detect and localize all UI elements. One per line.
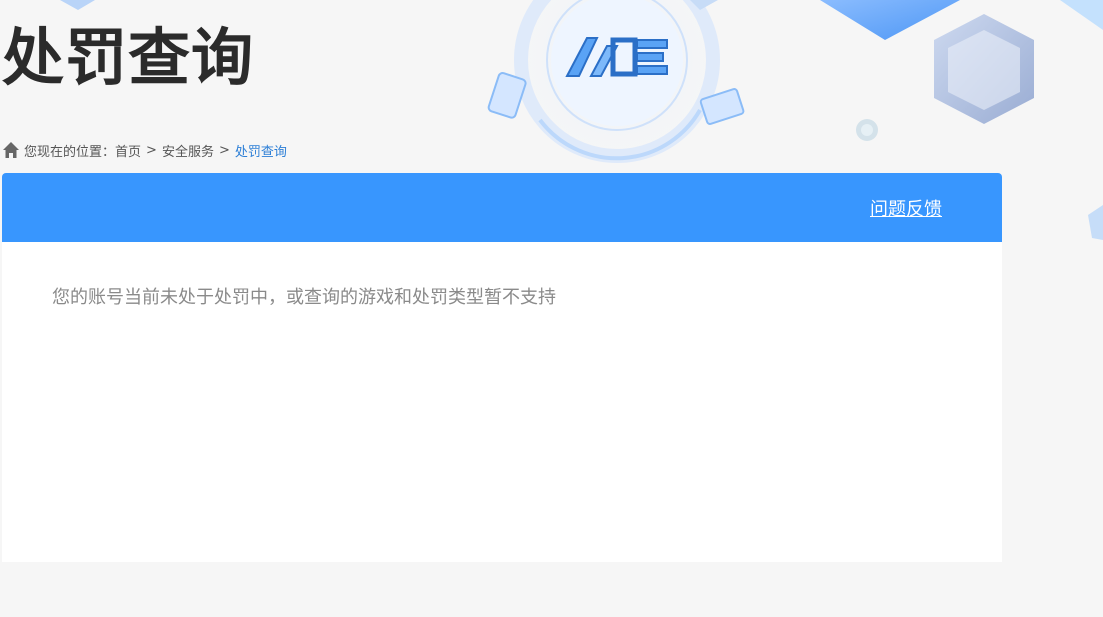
status-message: 您的账号当前未处于处罚中，或查询的游戏和处罚类型暂不支持 — [52, 287, 556, 308]
breadcrumb-item-security-service[interactable]: 安全服务 — [162, 141, 214, 160]
feedback-link[interactable]: 问题反馈 — [870, 195, 942, 221]
breadcrumb-prefix: 您现在的位置： — [24, 144, 116, 160]
breadcrumb-item-home[interactable]: 首页 — [115, 141, 141, 160]
panel-header: 问题反馈 — [2, 173, 1002, 242]
page-title: 处罚查询 — [2, 21, 255, 94]
page: 处罚查询 您现在的位置： 首页 > 安全服务 > 处罚查询 问题反馈 您的账号当… — [0, 0, 1103, 617]
ace-logo — [565, 37, 668, 77]
breadcrumb-separator: > — [146, 142, 157, 158]
penalty-query-panel: 问题反馈 您的账号当前未处于处罚中，或查询的游戏和处罚类型暂不支持 — [2, 173, 1002, 562]
breadcrumb-current: 处罚查询 — [234, 144, 287, 160]
panel-body: 您的账号当前未处于处罚中，或查询的游戏和处罚类型暂不支持 — [2, 242, 1002, 354]
breadcrumb: 您现在的位置： 首页 > 安全服务 > 处罚查询 — [2, 140, 287, 160]
breadcrumb-separator: > — [218, 142, 230, 158]
home-icon — [2, 141, 20, 159]
